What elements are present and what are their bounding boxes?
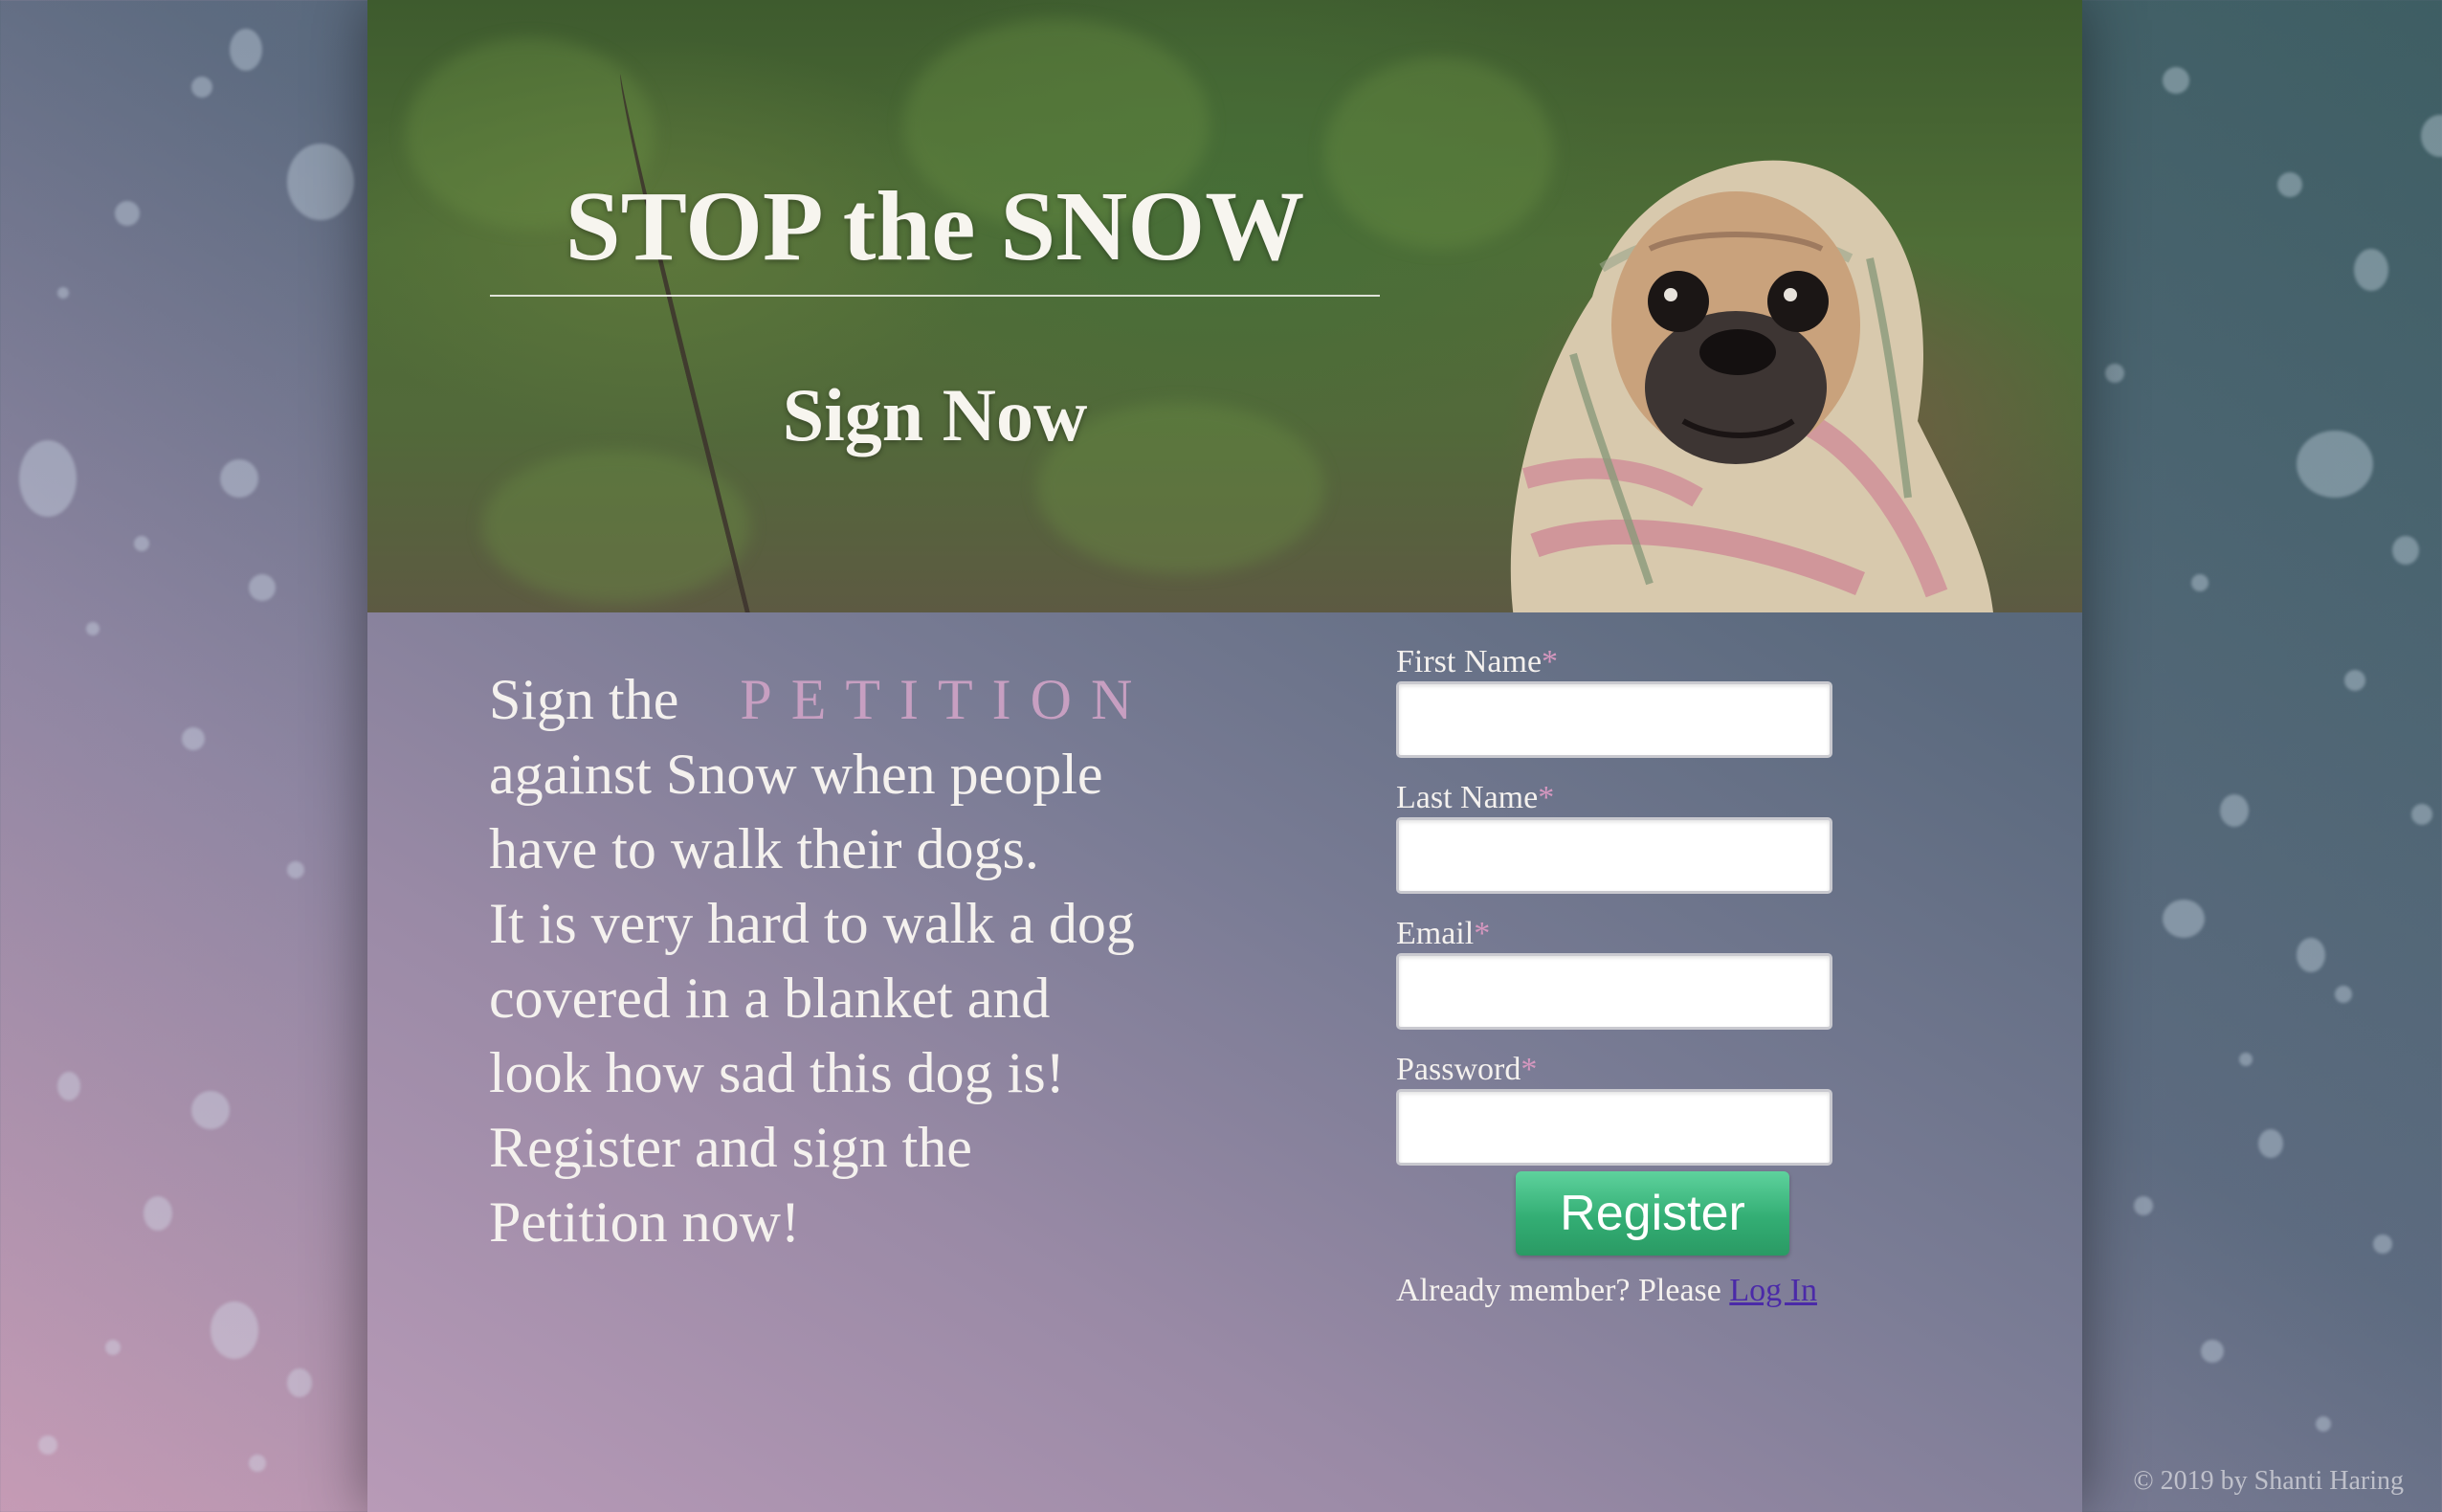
- password-input[interactable]: [1396, 1089, 1832, 1166]
- snowflake-decoration: [2411, 804, 2432, 825]
- footer-copyright: © 2019 by Shanti Haring: [2133, 1466, 2404, 1496]
- petition-lead-text: Sign the: [489, 668, 679, 731]
- snowflake-decoration: [105, 1340, 121, 1355]
- snowflake-decoration: [2316, 1416, 2331, 1432]
- snowflake-decoration: [2191, 574, 2209, 591]
- register-form: First Name* Last Name* Email* Password*: [1396, 643, 1836, 1187]
- required-mark: *: [1542, 644, 1559, 679]
- petition-line: against Snow when people: [489, 743, 1103, 806]
- snowflake-decoration: [2373, 1234, 2392, 1254]
- snowflake-decoration: [211, 1301, 258, 1359]
- login-prompt-text: Already member? Please: [1396, 1273, 1721, 1308]
- first-name-label: First Name*: [1396, 644, 1559, 679]
- petition-line: covered in a blanket and: [489, 967, 1051, 1030]
- snowflake-decoration: [19, 440, 77, 517]
- snowflake-decoration: [191, 1091, 230, 1129]
- snowflake-decoration: [2335, 986, 2352, 1003]
- snowflake-decoration: [57, 287, 69, 299]
- snowflake-decoration: [2105, 364, 2124, 383]
- login-prompt: Already member? Please Log In: [1396, 1273, 1970, 1309]
- snowflake-decoration: [2297, 431, 2373, 498]
- petition-lead-line: Sign the PETITION: [489, 662, 1216, 737]
- email-label: Email*: [1396, 916, 1491, 951]
- snowflake-decoration: [2354, 249, 2388, 291]
- hero-title: STOP the SNOW: [565, 171, 1305, 281]
- title-divider: [490, 295, 1380, 297]
- password-label: Password*: [1396, 1052, 1538, 1087]
- snowflake-decoration: [191, 77, 212, 98]
- snowflake-decoration: [2220, 794, 2249, 827]
- petition-line: It is very hard to walk a dog: [489, 892, 1135, 955]
- snowflake-decoration: [144, 1196, 172, 1231]
- hero-subtitle: Sign Now: [782, 373, 1088, 456]
- first-name-input[interactable]: [1396, 681, 1832, 758]
- snowflake-decoration: [2239, 1053, 2253, 1066]
- snowflake-decoration: [182, 727, 205, 750]
- snowflake-decoration: [287, 144, 354, 220]
- snowflake-decoration: [2134, 1196, 2153, 1215]
- petition-line: look how sad this dog is!: [489, 1041, 1065, 1104]
- snowflake-decoration: [2201, 1340, 2224, 1363]
- snowflake-decoration: [2421, 115, 2442, 157]
- petition-line: Register and sign the: [489, 1116, 972, 1179]
- pug-in-blanket-image: [1458, 134, 1994, 612]
- snowflake-decoration: [287, 861, 304, 878]
- snowflake-decoration: [115, 201, 140, 226]
- hero-banner: STOP the SNOW Sign Now: [367, 0, 2082, 612]
- snowflake-decoration: [134, 536, 149, 551]
- petition-description: Sign the PETITION against Snow when peopl…: [489, 662, 1216, 1259]
- page-container: STOP the SNOW Sign Now Sign the PETITION …: [367, 0, 2082, 1512]
- required-mark: *: [1474, 916, 1491, 951]
- last-name-input[interactable]: [1396, 817, 1832, 894]
- login-link[interactable]: Log In: [1729, 1273, 1817, 1308]
- snowflake-decoration: [2344, 670, 2365, 691]
- petition-line: have to walk their dogs.: [489, 817, 1039, 880]
- snowflake-decoration: [2297, 938, 2325, 972]
- register-button[interactable]: Register: [1516, 1171, 1789, 1256]
- required-mark: *: [1538, 780, 1555, 815]
- snowflake-decoration: [2163, 900, 2205, 938]
- snowflake-decoration: [57, 1072, 80, 1101]
- petition-line: Petition now!: [489, 1190, 800, 1254]
- snowflake-decoration: [2258, 1129, 2283, 1158]
- snowflake-decoration: [2392, 536, 2419, 565]
- petition-highlight: PETITION: [740, 668, 1152, 731]
- snowflake-decoration: [230, 29, 262, 71]
- email-input[interactable]: [1396, 953, 1832, 1030]
- snowflake-decoration: [2277, 172, 2302, 197]
- snowflake-decoration: [2163, 67, 2189, 94]
- last-name-label: Last Name*: [1396, 780, 1555, 815]
- snowflake-decoration: [249, 1455, 266, 1472]
- required-mark: *: [1521, 1052, 1538, 1087]
- snowflake-decoration: [287, 1368, 312, 1397]
- snowflake-decoration: [38, 1435, 57, 1455]
- snowflake-decoration: [86, 622, 100, 635]
- snowflake-decoration: [220, 459, 258, 498]
- snowflake-decoration: [249, 574, 276, 601]
